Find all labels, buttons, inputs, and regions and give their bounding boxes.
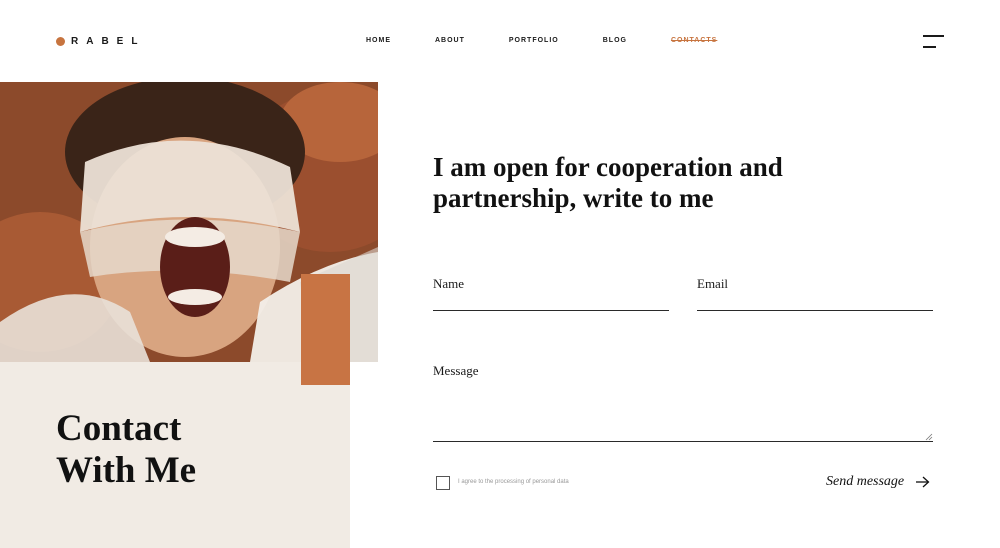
contact-title-line1: Contact — [56, 408, 182, 449]
nav-about[interactable]: ABOUT — [435, 37, 465, 44]
nav-home[interactable]: HOME — [366, 37, 391, 44]
email-underline — [697, 310, 933, 311]
send-message-label: Send message — [826, 474, 905, 489]
consent-checkbox[interactable] — [436, 476, 450, 490]
name-underline — [433, 310, 669, 311]
nav-portfolio[interactable]: PORTFOLIO — [509, 37, 559, 44]
menu-icon[interactable] — [923, 35, 945, 51]
contact-title: Contact With Me — [56, 408, 336, 492]
arrow-right-icon — [916, 476, 930, 488]
logo-dot-icon — [56, 37, 65, 46]
message-label: Message — [433, 363, 479, 378]
main-nav: HOME ABOUT PORTFOLIO BLOG CONTACTS — [366, 37, 761, 44]
resize-handle-icon[interactable] — [925, 433, 933, 441]
send-message-button[interactable]: Send message — [826, 474, 930, 490]
name-label: Name — [433, 276, 465, 291]
message-underline — [433, 441, 933, 442]
nav-blog[interactable]: BLOG — [603, 37, 627, 44]
accent-block — [301, 274, 350, 385]
logo-text: RABEL — [71, 36, 146, 47]
nav-contacts[interactable]: CONTACTS — [671, 37, 717, 44]
form-heading: I am open for cooperation and partnershi… — [433, 152, 783, 213]
consent-label: I agree to the processing of personal da… — [458, 479, 569, 485]
email-label: Email — [697, 276, 729, 291]
contact-title-line2: With Me — [56, 450, 197, 491]
logo[interactable]: RABEL — [56, 36, 145, 47]
email-field[interactable] — [697, 292, 933, 310]
message-field[interactable] — [433, 380, 933, 440]
name-field[interactable] — [433, 292, 669, 310]
